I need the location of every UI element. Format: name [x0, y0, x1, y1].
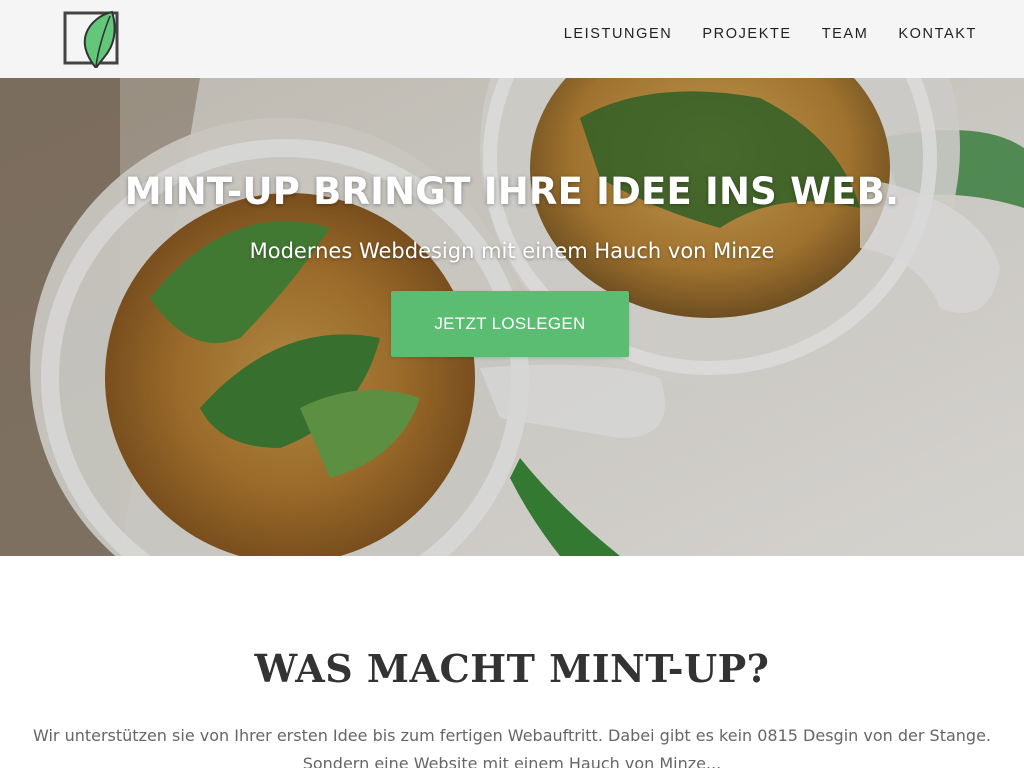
section-text: Wir unterstützen sie von Ihrer ersten Id…: [0, 722, 1024, 768]
section-title: WAS MACHT MINT-UP?: [254, 646, 770, 691]
hero-section: MINT-UP BRINGT IHRE IDEE INS WEB. Modern…: [0, 78, 1024, 556]
site-header: LEISTUNGEN PROJEKTE TEAM KONTAKT: [0, 0, 1024, 78]
leaf-logo-icon[interactable]: [62, 8, 120, 68]
main-nav: LEISTUNGEN PROJEKTE TEAM KONTAKT: [534, 24, 977, 44]
section-text-line: Sondern eine Website mit einem Hauch von…: [302, 754, 722, 768]
nav-link-leistungen[interactable]: LEISTUNGEN: [564, 24, 673, 44]
hero-subtitle: Modernes Webdesign mit einem Hauch von M…: [249, 239, 775, 263]
get-started-button[interactable]: JETZT LOSLEGEN: [391, 291, 629, 357]
nav-link-projekte[interactable]: PROJEKTE: [702, 24, 791, 44]
nav-link-team[interactable]: TEAM: [822, 24, 869, 44]
hero-title: MINT-UP BRINGT IHRE IDEE INS WEB.: [124, 170, 900, 213]
nav-link-kontakt[interactable]: KONTAKT: [898, 24, 977, 44]
section-text-line: Wir unterstützen sie von Ihrer ersten Id…: [32, 726, 991, 745]
